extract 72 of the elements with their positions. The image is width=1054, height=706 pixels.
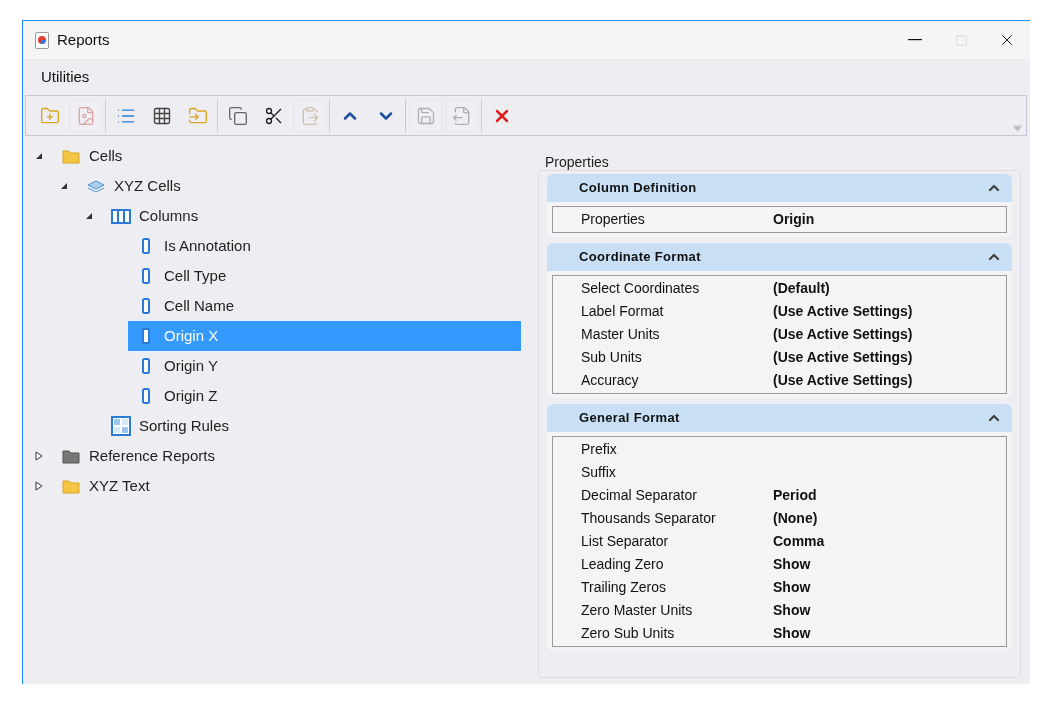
folder-icon	[62, 448, 80, 464]
menu-item[interactable]: Utilities	[33, 65, 98, 89]
property-value[interactable]: Show	[773, 623, 811, 644]
tree-item[interactable]: Reference Reports	[53, 441, 521, 471]
folder-arrow-icon	[187, 105, 208, 126]
property-label: Sub Units	[581, 348, 643, 367]
property-value[interactable]: (None)	[773, 508, 818, 529]
property-label: Leading Zero	[581, 555, 665, 574]
column-icon	[142, 268, 150, 284]
section-header[interactable]: General Format	[547, 404, 1012, 432]
property-value[interactable]: Show	[773, 554, 811, 575]
property-label: List Separator	[581, 532, 670, 551]
stack-icon	[86, 179, 106, 193]
tree-item[interactable]: Columns	[103, 201, 521, 231]
sort-icon	[111, 416, 131, 436]
collapse-arrow-icon[interactable]	[85, 212, 93, 220]
column-icon	[142, 358, 150, 374]
property-label: Decimal Separator	[581, 486, 698, 505]
property-value[interactable]: Origin	[773, 209, 815, 230]
tree-item[interactable]: Origin Y	[128, 351, 521, 381]
grid-icon	[151, 105, 172, 126]
column-icon	[142, 388, 150, 404]
expand-arrow-icon[interactable]	[35, 451, 43, 461]
tree-item[interactable]: XYZ Cells	[78, 171, 521, 201]
section-header[interactable]: Column Definition	[547, 174, 1012, 202]
property-value[interactable]: Show	[773, 577, 811, 598]
folder-icon	[62, 478, 80, 494]
maximize-icon	[954, 33, 968, 47]
document-arrow-icon	[451, 105, 472, 126]
folder-icon	[62, 148, 80, 164]
property-label: Zero Sub Units	[581, 624, 676, 643]
app-icon	[35, 31, 49, 49]
property-label: Prefix	[581, 440, 618, 459]
property-value[interactable]: (Use Active Settings)	[773, 324, 913, 345]
window-title: Reports	[57, 29, 110, 50]
folder-plus-icon	[39, 105, 60, 126]
tree-item[interactable]: Cell Type	[128, 261, 521, 291]
save-icon	[415, 105, 436, 126]
minimize-icon	[908, 39, 922, 41]
tree-item[interactable]: Cell Name	[128, 291, 521, 321]
property-value[interactable]: (Use Active Settings)	[773, 301, 913, 322]
property-value[interactable]: Period	[773, 485, 817, 506]
property-label: Master Units	[581, 325, 661, 344]
tree-item[interactable]: Cells	[53, 141, 521, 171]
column-icon	[142, 298, 150, 314]
tree-item[interactable]: Origin Z	[128, 381, 521, 411]
column-icon	[142, 328, 150, 344]
column-icon	[142, 238, 150, 254]
property-label: Trailing Zeros	[581, 578, 668, 597]
property-label: Properties	[581, 210, 646, 229]
property-label: Accuracy	[581, 371, 640, 390]
property-label: Select Coordinates	[581, 279, 701, 298]
expand-arrow-icon[interactable]	[35, 481, 43, 491]
property-value[interactable]: (Use Active Settings)	[773, 347, 913, 368]
property-label: Suffix	[581, 463, 617, 482]
tree-item[interactable]: Is Annotation	[128, 231, 521, 261]
property-label: Thousands Separator	[581, 509, 717, 528]
property-value[interactable]: Comma	[773, 531, 825, 552]
scissors-icon	[263, 105, 284, 126]
collapse-arrow-icon[interactable]	[60, 182, 68, 190]
panel-title: Properties	[545, 154, 610, 170]
collapse-arrow-icon[interactable]	[35, 152, 43, 160]
columns-icon	[111, 208, 131, 224]
copy-icon	[227, 105, 248, 126]
property-value[interactable]: (Default)	[773, 278, 830, 299]
property-value[interactable]: Show	[773, 600, 811, 621]
property-value[interactable]: (Use Active Settings)	[773, 370, 913, 391]
property-label: Zero Master Units	[581, 601, 694, 620]
property-label: Label Format	[581, 302, 665, 321]
section-header[interactable]: Coordinate Format	[547, 243, 1012, 271]
tree-item[interactable]: Sorting Rules	[103, 411, 521, 441]
tree-item[interactable]: XYZ Text	[53, 471, 521, 501]
